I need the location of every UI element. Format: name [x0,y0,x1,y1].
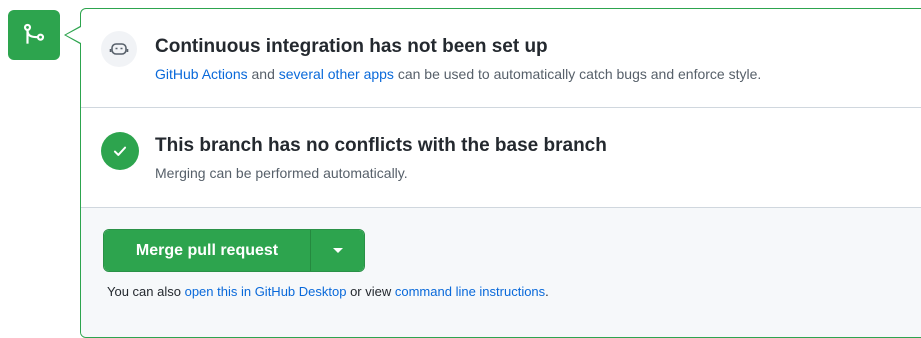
also-suffix: . [545,284,549,299]
conflicts-description: Merging can be performed automatically. [155,165,408,181]
ci-description: GitHub Actions and several other apps ca… [155,66,761,82]
conflicts-section: This branch has no conflicts with the ba… [81,108,921,208]
ci-text-and: and [247,66,279,82]
ci-section: Continuous integration has not been set … [81,9,921,108]
check-icon [101,132,139,170]
open-github-desktop-link[interactable]: open this in GitHub Desktop [185,284,347,299]
github-actions-link[interactable]: GitHub Actions [155,66,248,82]
caret-down-icon [332,248,343,253]
merge-box: Continuous integration has not been set … [80,8,921,338]
ci-robot-icon [101,31,137,67]
also-prefix: You can also [107,284,185,299]
merge-alternatives-text: You can also open this in GitHub Desktop… [107,284,549,299]
timeline-pointer-fill [66,27,81,43]
other-apps-link[interactable]: several other apps [279,66,394,82]
git-merge-icon [8,10,60,60]
merge-pull-request-button[interactable]: Merge pull request [104,230,310,271]
ci-heading: Continuous integration has not been set … [155,36,548,57]
also-middle: or view [346,284,395,299]
command-line-instructions-link[interactable]: command line instructions [395,284,545,299]
conflicts-heading: This branch has no conflicts with the ba… [155,135,607,156]
merge-method-dropdown-button[interactable] [310,230,364,271]
merge-section: Merge pull request You can also open thi… [81,208,921,337]
ci-text-rest: can be used to automatically catch bugs … [393,66,762,82]
merge-button-group: Merge pull request [103,229,365,272]
